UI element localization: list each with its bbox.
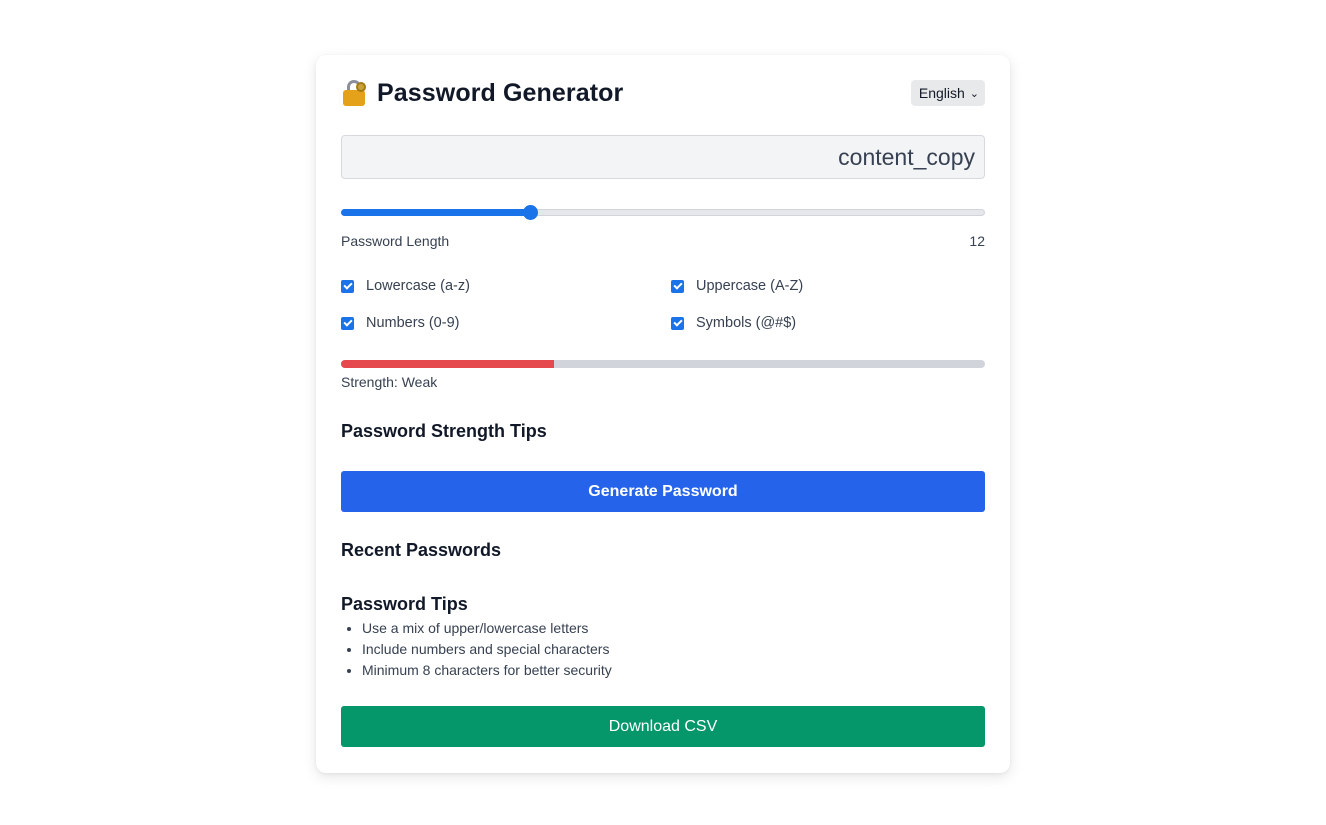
list-item: Include numbers and special characters	[341, 641, 985, 662]
page-title: Password Generator	[377, 78, 624, 107]
generate-password-button[interactable]: Generate Password	[341, 471, 985, 512]
option-numbers[interactable]: Numbers (0-9)	[341, 315, 459, 331]
numbers-checkbox[interactable]	[341, 316, 354, 330]
option-uppercase[interactable]: Uppercase (A-Z)	[671, 278, 803, 294]
chevron-down-icon: ⌄	[969, 87, 979, 100]
lowercase-checkbox[interactable]	[341, 279, 354, 293]
option-lowercase[interactable]: Lowercase (a-z)	[341, 278, 470, 294]
recent-passwords-heading: Recent Passwords	[341, 540, 502, 560]
slider-thumb[interactable]	[523, 205, 538, 220]
slider-fill	[341, 209, 531, 216]
password-generator-card: Password Generator English ⌄ content_cop…	[316, 55, 1010, 773]
option-lowercase-label: Lowercase (a-z)	[366, 278, 470, 294]
password-output-field[interactable]: content_copy	[341, 135, 985, 179]
option-numbers-label: Numbers (0-9)	[366, 315, 460, 331]
option-uppercase-label: Uppercase (A-Z)	[696, 278, 804, 294]
language-select-value: English	[918, 85, 965, 101]
length-row: Password Length 12	[341, 233, 985, 251]
download-csv-button[interactable]: Download CSV	[341, 706, 985, 747]
length-label: Password Length	[341, 233, 450, 249]
symbols-checkbox[interactable]	[671, 316, 684, 330]
lock-with-key-icon	[341, 78, 369, 108]
header: Password Generator English ⌄	[341, 77, 985, 109]
strength-meter	[341, 360, 985, 368]
title-wrap: Password Generator	[341, 78, 623, 108]
strength-text: Strength: Weak	[341, 374, 438, 390]
length-value: 12	[969, 233, 985, 249]
uppercase-checkbox[interactable]	[671, 279, 684, 293]
language-select[interactable]: English ⌄	[910, 80, 985, 106]
list-item: Minimum 8 characters for better security	[341, 662, 985, 683]
list-item: Use a mix of upper/lowercase letters	[341, 620, 985, 641]
strength-tips-heading: Password Strength Tips	[341, 421, 547, 441]
option-symbols[interactable]: Symbols (@#$)	[671, 315, 796, 331]
strength-meter-fill	[341, 360, 554, 368]
option-symbols-label: Symbols (@#$)	[696, 315, 797, 331]
password-length-slider[interactable]	[341, 204, 985, 220]
password-tips-heading: Password Tips	[341, 594, 468, 614]
copy-icon[interactable]: content_copy	[838, 144, 975, 171]
tips-list: Use a mix of upper/lowercase letters Inc…	[341, 620, 985, 683]
